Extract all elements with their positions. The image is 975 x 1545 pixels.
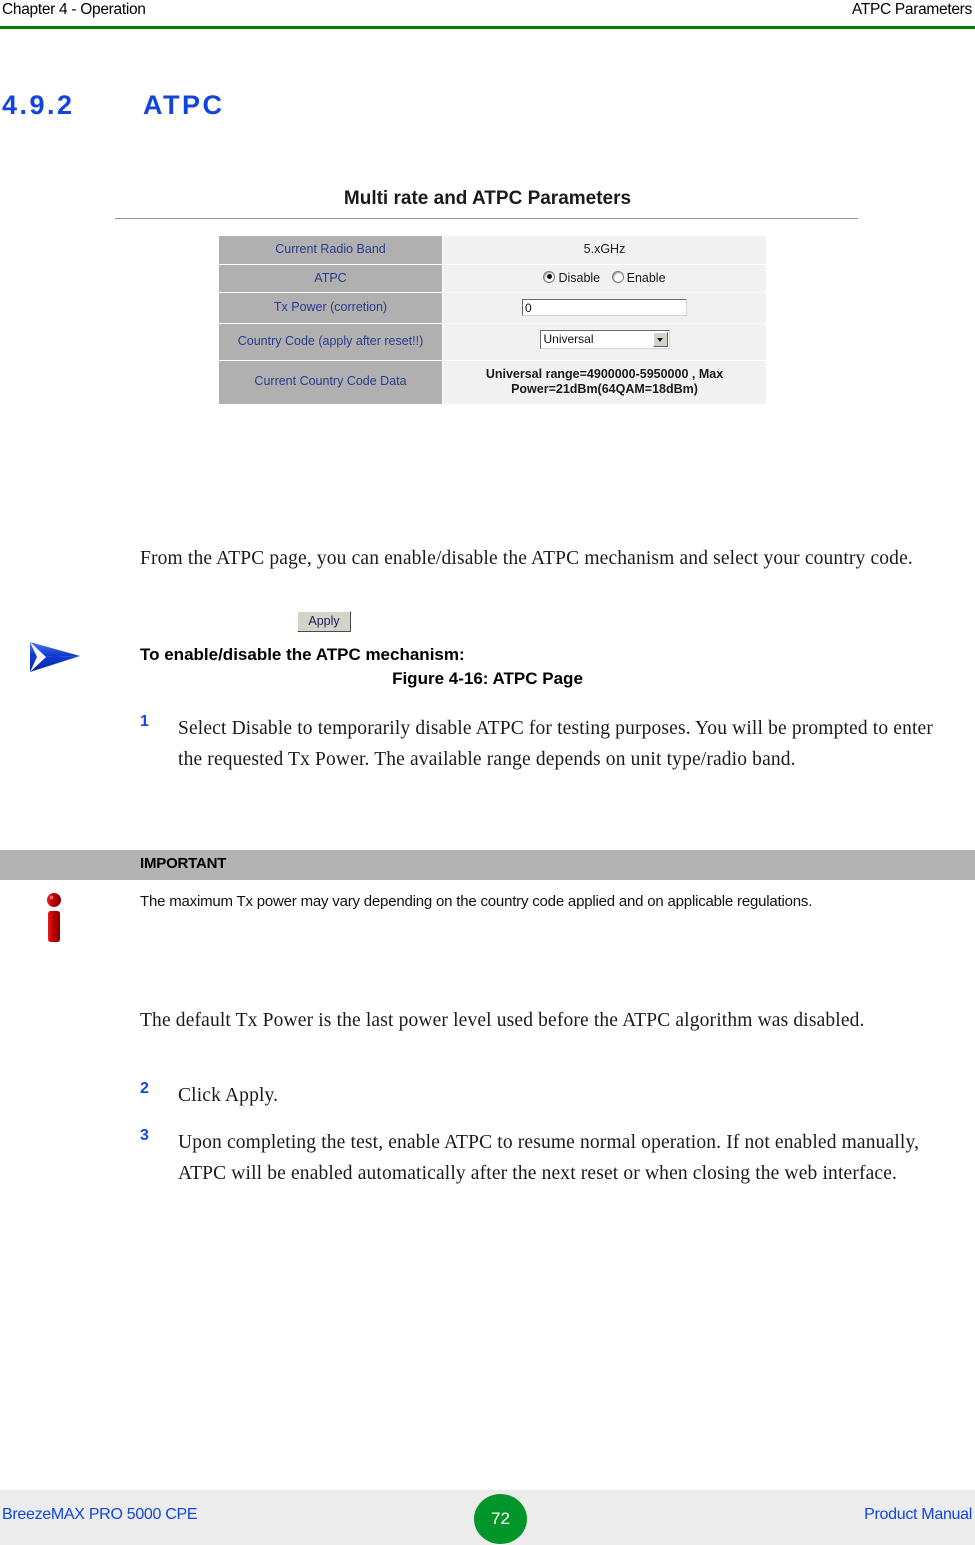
radio-option-enable[interactable]: Enable	[611, 270, 666, 287]
table-row: Tx Power (corretion) 0	[218, 292, 767, 324]
row-label-tx-power: Tx Power (corretion)	[218, 292, 443, 324]
row-label-country-code: Country Code (apply after reset!!)	[218, 322, 443, 361]
radio-disable-label: Disable	[558, 270, 601, 285]
list-item: 3 Upon completing the test, enable ATPC …	[140, 1127, 940, 1189]
chevron-down-icon[interactable]	[652, 331, 668, 347]
radio-enable-label: Enable	[626, 270, 666, 285]
radio-disable-icon[interactable]	[543, 270, 556, 283]
radio-option-disable[interactable]: Disable	[543, 270, 601, 287]
country-code-select[interactable]: Universal	[539, 329, 670, 349]
row-value-current-country-code-data: Universal range=4900000-5950000 , Max Po…	[442, 359, 767, 405]
row-value-tx-power: 0	[442, 292, 767, 324]
table-row: Country Code (apply after reset!!) Unive…	[218, 322, 767, 361]
footer-manual-label: Product Manual	[864, 1506, 972, 1523]
step-text: Select Disable to temporarily disable AT…	[178, 718, 933, 770]
intro-paragraph: From the ATPC page, you can enable/disab…	[140, 547, 913, 569]
step-text: Upon completing the test, enable ATPC to…	[178, 1132, 920, 1184]
page-header: Chapter 4 - Operation ATPC Parameters	[0, 0, 975, 30]
step-number: 1	[140, 713, 149, 730]
country-code-selected-value: Universal	[543, 331, 594, 346]
web-ui-title-rule	[115, 218, 858, 219]
step-text: Click Apply.	[178, 1085, 279, 1106]
row-label-current-radio-band: Current Radio Band	[218, 235, 443, 265]
table-row: Current Country Code Data Universal rang…	[218, 359, 767, 405]
table-row: Current Radio Band 5.xGHz	[218, 235, 767, 265]
callout-body-text: The maximum Tx power may vary depending …	[140, 893, 813, 910]
page-title: 4.9.2 ATPC	[2, 90, 702, 130]
row-value-current-radio-band: 5.xGHz	[442, 235, 767, 265]
info-icon	[47, 893, 61, 942]
atpc-parameters-table: Current Radio Band 5.xGHz ATPC Disable E…	[218, 235, 767, 405]
list-item: 1 Select Disable to temporarily disable …	[140, 713, 940, 775]
footer-product-name: BreezeMAX PRO 5000 CPE	[2, 1506, 198, 1523]
page-number-badge: 72	[474, 1494, 527, 1544]
tx-power-input[interactable]: 0	[522, 299, 687, 317]
blue-arrow-icon	[30, 642, 80, 672]
procedure-heading: To enable/disable the ATPC mechanism:	[140, 645, 465, 664]
callout-title-label: IMPORTANT	[140, 855, 227, 872]
figure-caption: Figure 4-16: ATPC Page	[392, 669, 583, 688]
apply-button[interactable]: Apply	[297, 611, 351, 632]
header-divider-rule	[0, 26, 975, 29]
web-ui-title: Multi rate and ATPC Parameters	[343, 188, 632, 209]
default-power-paragraph: The default Tx Power is the last power l…	[140, 1009, 865, 1031]
header-chapter-label: Chapter 4 - Operation	[2, 1, 146, 18]
table-row: ATPC Disable Enable	[218, 263, 767, 294]
row-label-atpc: ATPC	[218, 263, 443, 294]
radio-enable-icon[interactable]	[611, 270, 624, 283]
page-footer: BreezeMAX PRO 5000 CPE 72 Product Manual	[0, 1490, 975, 1545]
row-label-current-country-code-data: Current Country Code Data	[218, 359, 443, 405]
section-title: ATPC	[143, 90, 225, 121]
row-value-country-code: Universal	[442, 322, 767, 361]
list-item: 2 Click Apply.	[140, 1080, 940, 1111]
step-number: 3	[140, 1127, 149, 1144]
header-section-label: ATPC Parameters	[851, 1, 972, 18]
atpc-radio-group[interactable]: Disable Enable	[539, 270, 669, 287]
row-value-atpc: Disable Enable	[442, 263, 767, 294]
section-number: 4.9.2	[2, 90, 75, 121]
step-number: 2	[140, 1080, 149, 1097]
